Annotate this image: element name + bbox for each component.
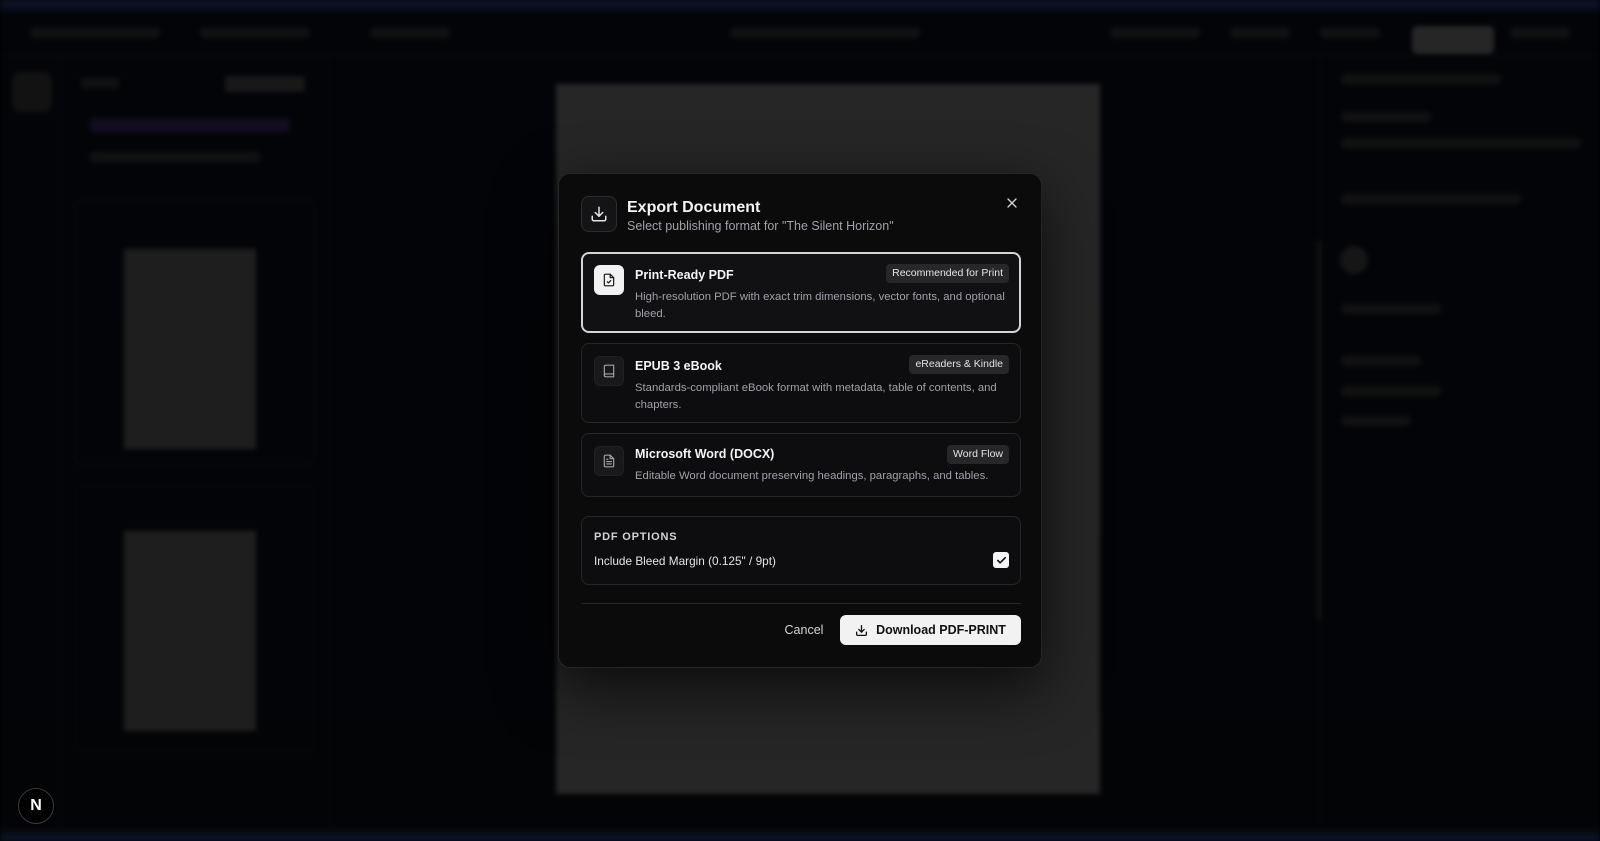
check-icon	[996, 556, 1006, 564]
dialog-title: Export Document	[627, 199, 761, 216]
bg-placeholder	[1510, 28, 1570, 38]
bg-placeholder	[1341, 194, 1521, 204]
background-inspector	[1320, 56, 1600, 827]
bg-placeholder	[200, 28, 310, 38]
format-option-epub[interactable]: EPUB 3 eBook eReaders & Kindle Standards…	[581, 343, 1021, 423]
background-page-card	[75, 200, 315, 466]
format-option-title: Print-Ready PDF	[635, 268, 734, 282]
background-avatar	[1340, 246, 1368, 274]
bg-placeholder	[30, 28, 160, 38]
close-icon	[1007, 198, 1017, 208]
format-option-description: High-resolution PDF with exact trim dime…	[635, 291, 1005, 320]
file-check-icon	[594, 265, 624, 295]
bleed-margin-label: Include Bleed Margin (0.125" / 9pt)	[594, 554, 776, 568]
footer-divider	[581, 603, 1021, 604]
download-button[interactable]: Download PDF-PRINT	[840, 615, 1021, 645]
book-icon	[594, 356, 624, 386]
background-scrollbar	[1316, 240, 1322, 620]
format-option-title: EPUB 3 eBook	[635, 359, 722, 373]
bg-placeholder	[1341, 356, 1421, 366]
background-cta	[1412, 26, 1494, 54]
bg-placeholder	[225, 76, 305, 92]
format-option-pdf[interactable]: Print-Ready PDF Recommended for Print Hi…	[581, 252, 1021, 333]
format-option-description: Editable Word document preserving headin…	[635, 470, 989, 482]
download-icon	[856, 624, 868, 636]
background-page-thumb	[124, 531, 256, 731]
format-option-badge: Word Flow	[947, 445, 1009, 464]
bg-placeholder	[1110, 28, 1200, 38]
cancel-button[interactable]: Cancel	[769, 615, 839, 645]
bg-placeholder	[1341, 304, 1441, 314]
background-page-card	[75, 486, 315, 752]
pdf-options-panel: PDF OPTIONS Include Bleed Margin (0.125"…	[581, 516, 1021, 585]
background-logo	[12, 72, 52, 112]
background-topbar	[0, 8, 1600, 56]
format-option-badge: eReaders & Kindle	[909, 355, 1009, 374]
bg-placeholder	[1341, 138, 1581, 148]
dialog-subtitle: Select publishing format for "The Silent…	[627, 219, 894, 233]
background-page-thumb	[124, 249, 256, 449]
bg-placeholder	[730, 28, 920, 38]
bg-placeholder	[90, 118, 290, 132]
bg-placeholder	[90, 152, 260, 162]
bg-placeholder	[1341, 386, 1441, 396]
app-launcher-button[interactable]: N	[18, 788, 54, 824]
bg-placeholder	[80, 78, 120, 88]
download-button-label: Download PDF-PRINT	[876, 623, 1006, 637]
format-option-description: Standards-compliant eBook format with me…	[635, 382, 997, 411]
bg-placeholder	[1341, 416, 1411, 426]
bg-placeholder	[1230, 28, 1290, 38]
background-rail	[8, 56, 60, 827]
bg-placeholder	[370, 28, 450, 38]
bg-placeholder	[1341, 112, 1431, 122]
app-launcher-letter: N	[30, 797, 42, 814]
format-option-badge: Recommended for Print	[886, 264, 1009, 283]
bg-placeholder	[1320, 28, 1380, 38]
format-option-title: Microsoft Word (DOCX)	[635, 447, 775, 461]
bg-placeholder	[1341, 74, 1501, 84]
export-dialog: Export Document Select publishing format…	[558, 173, 1042, 668]
pdf-options-heading: PDF OPTIONS	[594, 531, 678, 543]
bleed-margin-checkbox[interactable]	[993, 552, 1009, 568]
file-text-icon	[594, 446, 624, 476]
download-icon	[581, 196, 617, 232]
format-option-docx[interactable]: Microsoft Word (DOCX) Word Flow Editable…	[581, 433, 1021, 497]
close-button[interactable]	[999, 190, 1025, 216]
